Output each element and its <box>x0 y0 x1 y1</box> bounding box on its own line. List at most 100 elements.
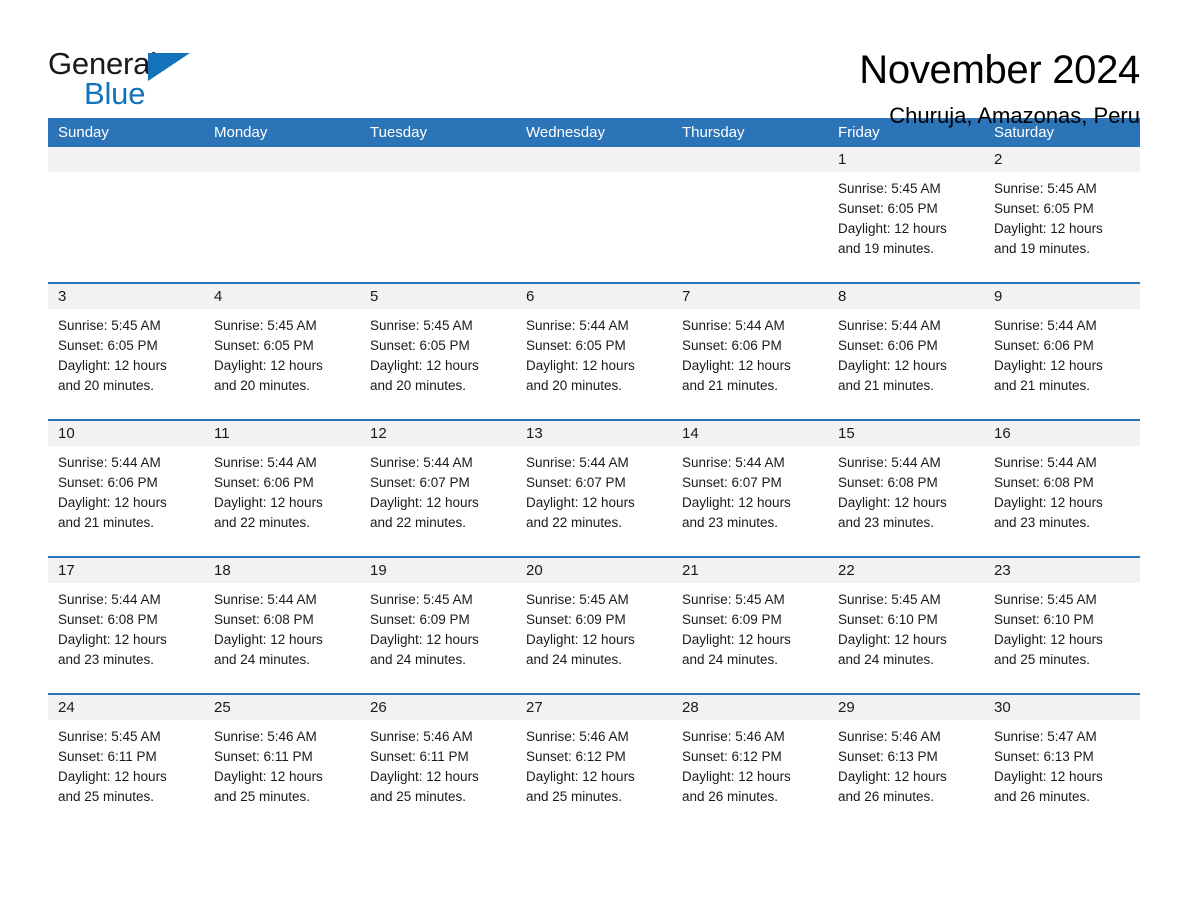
day-detail-line: Daylight: 12 hours <box>682 632 791 647</box>
day-number: 10 <box>58 425 75 442</box>
day-detail-line: Daylight: 12 hours <box>838 632 947 647</box>
day-number-band: 12 <box>360 421 516 446</box>
calendar-day-cell[interactable]: 12 Sunrise: 5:44 AM Sunset: 6:07 PM Dayligh… <box>360 421 516 556</box>
day-detail-line: and 24 minutes. <box>370 652 467 667</box>
day-detail-line: Daylight: 12 hours <box>994 358 1103 373</box>
calendar-day-cell[interactable]: 14 Sunrise: 5:44 AM Sunset: 6:07 PM Dayligh… <box>672 421 828 556</box>
day-number-band: 25 <box>204 695 360 720</box>
day-detail-line: Sunset: 6:05 PM <box>58 338 158 353</box>
day-number-band: 7 <box>672 284 828 309</box>
calendar-day-cell[interactable]: 11 Sunrise: 5:44 AM Sunset: 6:06 PM Dayligh… <box>204 421 360 556</box>
calendar-day-cell[interactable]: 26 Sunrise: 5:46 AM Sunset: 6:11 PM Dayligh… <box>360 695 516 830</box>
calendar-day-cell[interactable]: 24 Sunrise: 5:45 AM Sunset: 6:11 PM Dayligh… <box>48 695 204 830</box>
calendar-day-cell[interactable]: 20 Sunrise: 5:45 AM Sunset: 6:09 PM Dayligh… <box>516 558 672 693</box>
day-detail-line: Sunrise: 5:44 AM <box>838 455 941 470</box>
day-detail-line: and 26 minutes. <box>838 789 935 804</box>
day-detail-line: Sunset: 6:05 PM <box>526 338 626 353</box>
day-detail-line: Sunset: 6:07 PM <box>370 475 470 490</box>
day-number-band: 21 <box>672 558 828 583</box>
calendar-day-cell[interactable]: 19 Sunrise: 5:45 AM Sunset: 6:09 PM Dayligh… <box>360 558 516 693</box>
calendar-day-cell[interactable]: 17 Sunrise: 5:44 AM Sunset: 6:08 PM Dayligh… <box>48 558 204 693</box>
day-detail-line: Sunset: 6:09 PM <box>526 612 626 627</box>
calendar-day-cell[interactable]: 4 Sunrise: 5:45 AM Sunset: 6:05 PM Daylight… <box>204 284 360 419</box>
calendar-day-cell[interactable]: 3 Sunrise: 5:45 AM Sunset: 6:05 PM Daylight… <box>48 284 204 419</box>
page-title: November 2024 <box>859 48 1140 92</box>
day-number-band: 28 <box>672 695 828 720</box>
day-detail-line: Sunset: 6:08 PM <box>214 612 314 627</box>
weekday-header-saturday: Saturday <box>994 124 1055 141</box>
calendar-day-cell[interactable]: 8 Sunrise: 5:44 AM Sunset: 6:06 PM Daylight… <box>828 284 984 419</box>
day-detail-line: and 20 minutes. <box>214 378 311 393</box>
day-number: 19 <box>370 562 387 579</box>
day-detail-line: Sunset: 6:09 PM <box>682 612 782 627</box>
day-detail-line: and 19 minutes. <box>838 241 935 256</box>
day-detail-line: Daylight: 12 hours <box>370 769 479 784</box>
day-number: 17 <box>58 562 75 579</box>
calendar-grid: Sunday Monday Tuesday Wednesday Thursday Frid… <box>48 118 1140 830</box>
calendar-day-cell-empty <box>516 147 672 282</box>
day-details: Sunrise: 5:46 AM Sunset: 6:11 PM Daylight:… <box>204 720 360 807</box>
day-detail-line: and 22 minutes. <box>214 515 311 530</box>
calendar-day-cell[interactable]: 1 Sunrise: 5:45 AM Sunset: 6:05 PM Daylight… <box>828 147 984 282</box>
calendar-day-cell[interactable]: 16 Sunrise: 5:44 AM Sunset: 6:08 PM Dayligh… <box>984 421 1140 556</box>
day-detail-line: and 21 minutes. <box>682 378 779 393</box>
day-details <box>516 172 672 179</box>
day-number-band <box>360 147 516 172</box>
calendar-day-cell[interactable]: 5 Sunrise: 5:45 AM Sunset: 6:05 PM Daylight… <box>360 284 516 419</box>
day-detail-line: Daylight: 12 hours <box>214 769 323 784</box>
calendar-day-cell[interactable]: 29 Sunrise: 5:46 AM Sunset: 6:13 PM Dayligh… <box>828 695 984 830</box>
calendar-week-row: 3 Sunrise: 5:45 AM Sunset: 6:05 PM Daylight… <box>48 282 1140 419</box>
day-number: 4 <box>214 288 223 305</box>
weekday-header-monday: Monday <box>214 124 268 141</box>
day-number: 3 <box>58 288 67 305</box>
day-detail-line: Daylight: 12 hours <box>370 632 479 647</box>
day-detail-line: Sunrise: 5:45 AM <box>58 729 161 744</box>
calendar-day-cell[interactable]: 2 Sunrise: 5:45 AM Sunset: 6:05 PM Daylight… <box>984 147 1140 282</box>
calendar-day-cell[interactable]: 27 Sunrise: 5:46 AM Sunset: 6:12 PM Dayligh… <box>516 695 672 830</box>
calendar-day-cell[interactable]: 23 Sunrise: 5:45 AM Sunset: 6:10 PM Dayligh… <box>984 558 1140 693</box>
calendar-day-cell[interactable]: 21 Sunrise: 5:45 AM Sunset: 6:09 PM Dayligh… <box>672 558 828 693</box>
calendar-day-cell[interactable]: 25 Sunrise: 5:46 AM Sunset: 6:11 PM Dayligh… <box>204 695 360 830</box>
calendar-day-cell[interactable]: 7 Sunrise: 5:44 AM Sunset: 6:06 PM Daylight… <box>672 284 828 419</box>
day-detail-line: Sunset: 6:13 PM <box>838 749 938 764</box>
calendar-day-cell[interactable]: 9 Sunrise: 5:44 AM Sunset: 6:06 PM Daylight… <box>984 284 1140 419</box>
calendar-day-cell[interactable]: 15 Sunrise: 5:44 AM Sunset: 6:08 PM Dayligh… <box>828 421 984 556</box>
day-details: Sunrise: 5:45 AM Sunset: 6:09 PM Daylight:… <box>516 583 672 670</box>
day-number-band: 26 <box>360 695 516 720</box>
day-detail-line: and 23 minutes. <box>838 515 935 530</box>
day-detail-line: Sunrise: 5:44 AM <box>214 455 317 470</box>
day-detail-line: and 25 minutes. <box>214 789 311 804</box>
day-number: 15 <box>838 425 855 442</box>
day-number-band: 20 <box>516 558 672 583</box>
day-details: Sunrise: 5:45 AM Sunset: 6:05 PM Daylight:… <box>828 172 984 259</box>
day-number: 9 <box>994 288 1003 305</box>
calendar-day-cell[interactable]: 22 Sunrise: 5:45 AM Sunset: 6:10 PM Dayligh… <box>828 558 984 693</box>
calendar-day-cell[interactable]: 28 Sunrise: 5:46 AM Sunset: 6:12 PM Dayligh… <box>672 695 828 830</box>
day-detail-line: Sunrise: 5:44 AM <box>58 455 161 470</box>
day-number: 27 <box>526 699 543 716</box>
day-detail-line: Sunrise: 5:45 AM <box>214 318 317 333</box>
day-detail-line: Sunrise: 5:44 AM <box>994 318 1097 333</box>
general-blue-logo[interactable]: General Blue <box>48 46 198 118</box>
day-detail-line: Daylight: 12 hours <box>682 769 791 784</box>
day-detail-line: Sunset: 6:12 PM <box>682 749 782 764</box>
calendar-day-cell[interactable]: 6 Sunrise: 5:44 AM Sunset: 6:05 PM Daylight… <box>516 284 672 419</box>
weekday-header-friday: Friday <box>838 124 880 141</box>
day-detail-line: Daylight: 12 hours <box>526 358 635 373</box>
day-detail-line: Sunrise: 5:47 AM <box>994 729 1097 744</box>
day-detail-line: Daylight: 12 hours <box>994 495 1103 510</box>
day-number: 7 <box>682 288 691 305</box>
day-details <box>360 172 516 179</box>
day-details: Sunrise: 5:46 AM Sunset: 6:12 PM Daylight:… <box>672 720 828 807</box>
day-number: 21 <box>682 562 699 579</box>
calendar-day-cell[interactable]: 13 Sunrise: 5:44 AM Sunset: 6:07 PM Dayligh… <box>516 421 672 556</box>
calendar-day-cell[interactable]: 10 Sunrise: 5:44 AM Sunset: 6:06 PM Dayligh… <box>48 421 204 556</box>
day-details: Sunrise: 5:44 AM Sunset: 6:07 PM Daylight:… <box>672 446 828 533</box>
day-detail-line: Daylight: 12 hours <box>214 495 323 510</box>
calendar-day-cell[interactable]: 18 Sunrise: 5:44 AM Sunset: 6:08 PM Dayligh… <box>204 558 360 693</box>
calendar-day-cell[interactable]: 30 Sunrise: 5:47 AM Sunset: 6:13 PM Dayligh… <box>984 695 1140 830</box>
day-detail-line: Daylight: 12 hours <box>214 358 323 373</box>
day-details: Sunrise: 5:45 AM Sunset: 6:09 PM Daylight:… <box>360 583 516 670</box>
calendar-day-cell-empty <box>204 147 360 282</box>
day-detail-line: Sunrise: 5:45 AM <box>370 592 473 607</box>
